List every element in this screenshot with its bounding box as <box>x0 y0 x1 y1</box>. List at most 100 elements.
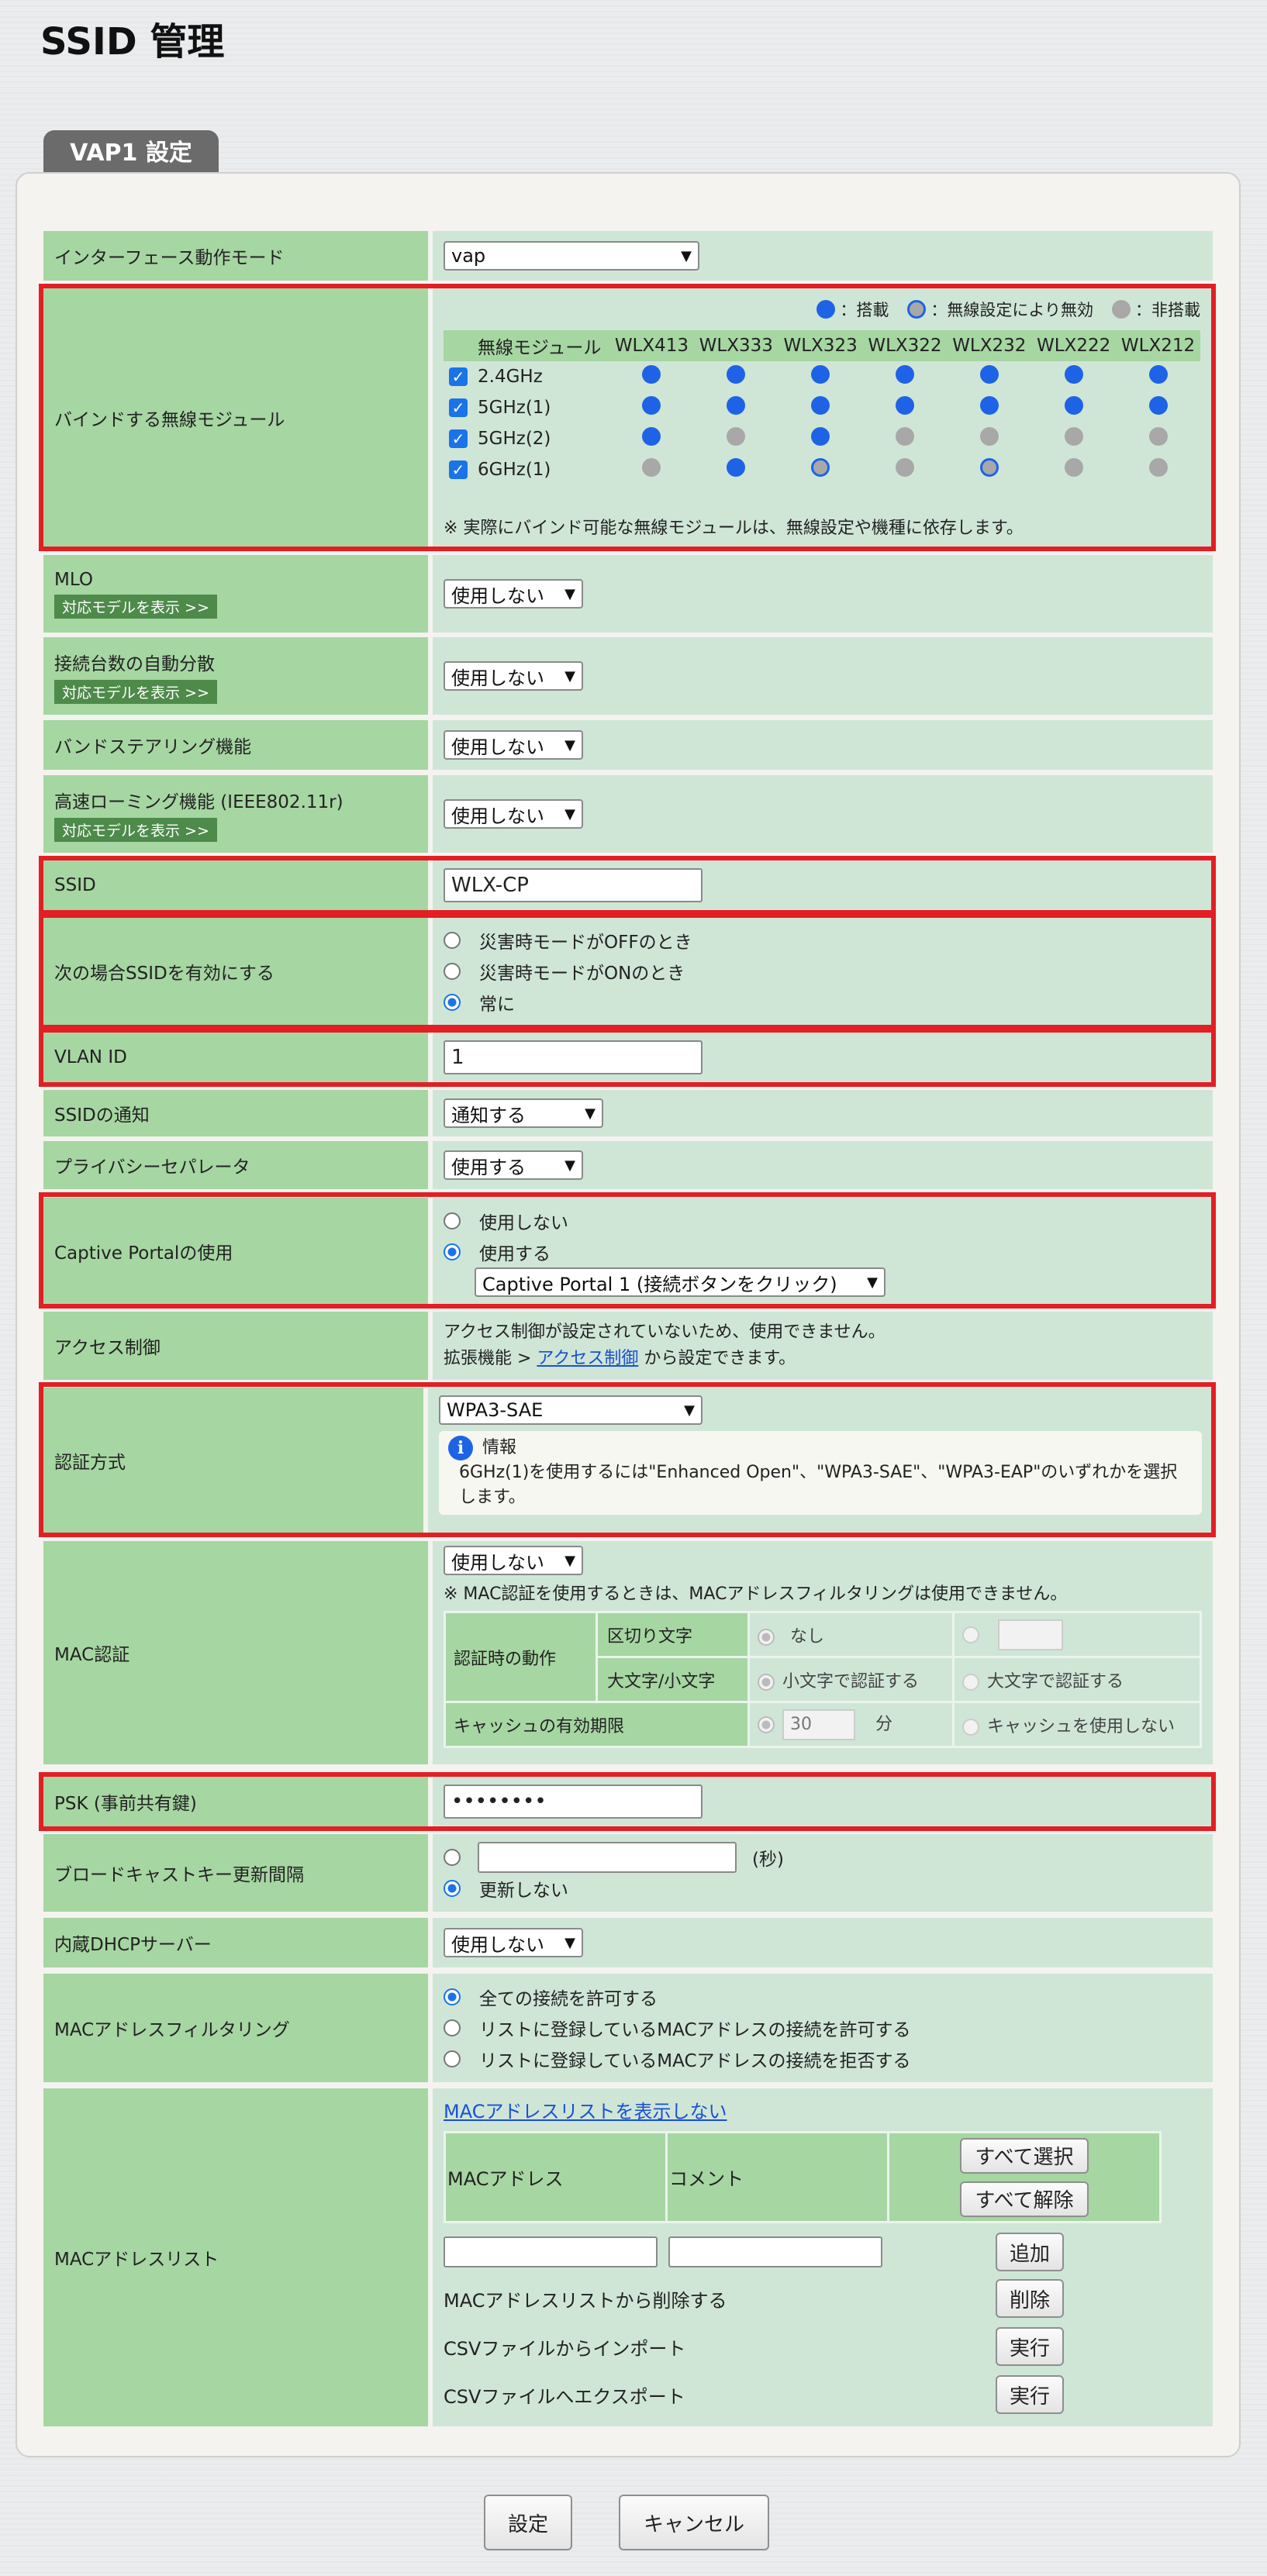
radio-button <box>444 994 461 1011</box>
comment-input[interactable] <box>668 2236 882 2267</box>
module-status-icon <box>642 396 661 415</box>
supported-models-button[interactable]: 対応モデルを表示 >> <box>54 817 217 842</box>
module-status-icon <box>1148 427 1168 446</box>
band-checkbox[interactable]: ✓ <box>449 398 468 417</box>
row-broadcast-key: ブロードキャストキー更新間隔 (秒) 更新しない <box>43 1834 1213 1912</box>
row-ssid: SSID WLX-CP <box>43 860 1213 910</box>
captive-option[interactable]: 使用する <box>444 1236 1202 1267</box>
module-status-icon <box>811 365 830 384</box>
privacy-separator-select[interactable]: 使用する ▼ <box>444 1150 583 1180</box>
save-button[interactable]: 設定 <box>484 2495 572 2550</box>
deselect-all-button[interactable]: すべて解除 <box>960 2181 1089 2217</box>
fast-roaming-label: 高速ローミング機能 (IEEE802.11r) <box>54 791 344 812</box>
access-control-label: アクセス制御 <box>54 1338 161 1358</box>
interval-input[interactable] <box>478 1842 737 1873</box>
dhcp-server-label: 内蔵DHCPサーバー <box>54 1935 212 1955</box>
ssid-notify-label: SSIDの通知 <box>54 1105 150 1126</box>
delimiter-custom-option[interactable] <box>952 1611 1202 1658</box>
band-steering-select[interactable]: 使用しない ▼ <box>444 730 583 760</box>
interface-mode-label: インターフェース動作モード <box>54 248 285 268</box>
row-mlo: MLO 対応モデルを表示 >> 使用しない ▼ <box>43 555 1213 633</box>
band-name: 6GHz(1) <box>478 460 551 480</box>
row-band-steering: バンドステアリング機能 使用しない ▼ <box>43 720 1213 770</box>
cancel-button[interactable]: キャンセル <box>619 2495 769 2550</box>
radio-button <box>444 2019 461 2036</box>
chevron-down-icon: ▼ <box>564 1552 575 1569</box>
band-checkbox[interactable]: ✓ <box>449 460 468 479</box>
row-interface-mode: インターフェース動作モード vap ▼ <box>43 231 1213 281</box>
module-status-icon <box>979 458 999 477</box>
case-upper-option[interactable]: 大文字で認証する <box>952 1656 1202 1703</box>
mac-filter-option[interactable]: リストに登録しているMACアドレスの接続を許可する <box>444 2012 1202 2043</box>
mac-list-label: MACアドレスリスト <box>54 2250 219 2270</box>
ssid-notify-select[interactable]: 通知する ▼ <box>444 1098 603 1128</box>
band-checkbox[interactable]: ✓ <box>449 429 468 448</box>
psk-input[interactable]: •••••••• <box>444 1785 703 1819</box>
tab-vap1-settings[interactable]: VAP1 設定 <box>43 130 219 177</box>
radio-button <box>444 963 461 980</box>
chevron-down-icon: ▼ <box>681 247 692 264</box>
case-label: 大文字/小文字 <box>596 1656 750 1703</box>
vlan-id-input[interactable]: 1 <box>444 1040 703 1074</box>
band-steering-label: バンドステアリング機能 <box>54 737 252 757</box>
mlo-label: MLO <box>54 569 93 590</box>
delete-button[interactable]: 削除 <box>996 2279 1064 2318</box>
case-lower-option[interactable]: 小文字で認証する <box>747 1656 955 1703</box>
psk-label: PSK (事前共有鍵) <box>54 1794 197 1814</box>
cache-off-option[interactable]: キャッシュを使用しない <box>952 1701 1202 1748</box>
enable-when-option[interactable]: 災害時モードがOFFのとき <box>444 925 1202 956</box>
mac-address-input[interactable] <box>444 2236 658 2267</box>
no-update-option[interactable]: 更新しない <box>444 1873 1202 1904</box>
auth-method-select[interactable]: WPA3-SAE ▼ <box>439 1395 703 1425</box>
delimiter-none-option[interactable]: なし <box>747 1611 955 1658</box>
supported-models-button[interactable]: 対応モデルを表示 >> <box>54 679 217 704</box>
interface-mode-select[interactable]: vap ▼ <box>444 241 699 271</box>
mlo-select[interactable]: 使用しない ▼ <box>444 579 583 609</box>
row-mac-filter: MACアドレスフィルタリング 全ての接続を許可する リストに登録しているMACア… <box>43 1974 1213 2082</box>
supported-models-button[interactable]: 対応モデルを表示 >> <box>54 594 217 619</box>
enable-when-option[interactable]: 常に <box>444 987 1202 1018</box>
select-all-button[interactable]: すべて選択 <box>960 2137 1089 2174</box>
module-legend: ：搭載 ：無線設定により無効 ：非搭載 <box>444 298 1202 321</box>
comment-column-header: コメント <box>665 2131 889 2223</box>
module-status-icon <box>979 427 999 446</box>
module-status-icon <box>1148 365 1168 384</box>
import-execute-button[interactable]: 実行 <box>996 2327 1064 2366</box>
module-status-icon <box>727 458 746 477</box>
delimiter-label: 区切り文字 <box>596 1611 750 1658</box>
module-status-icon <box>1064 365 1083 384</box>
delimiter-input <box>998 1619 1063 1650</box>
mac-list-table: MACアドレス コメント すべて選択 すべて解除 <box>444 2131 1162 2223</box>
row-auth-method: 認証方式 WPA3-SAE ▼ i 情報 6GHz(1)を使用するには"Enhan… <box>43 1388 1213 1533</box>
enable-when-option[interactable]: 災害時モードがONのとき <box>444 956 1202 987</box>
ssid-input[interactable]: WLX-CP <box>444 868 703 902</box>
load-balance-select[interactable]: 使用しない ▼ <box>444 661 583 691</box>
hide-mac-list-link[interactable]: MACアドレスリストを表示しない <box>444 2096 1202 2123</box>
module-status-icon <box>895 427 914 446</box>
row-ssid-notify: SSIDの通知 通知する ▼ <box>43 1090 1213 1136</box>
access-control-link[interactable]: アクセス制御 <box>537 1349 638 1368</box>
export-execute-button[interactable]: 実行 <box>996 2375 1064 2414</box>
page-title: SSID 管理 <box>40 20 225 64</box>
not-mounted-legend-icon <box>1112 300 1131 319</box>
mac-filter-option[interactable]: リストに登録しているMACアドレスの接続を拒否する <box>444 2043 1202 2074</box>
cache-expiry-option[interactable]: 30 分 <box>747 1701 955 1748</box>
captive-portal-select[interactable]: Captive Portal 1 (接続ボタンをクリック) ▼ <box>475 1267 886 1297</box>
mac-filter-option[interactable]: 全ての接続を許可する <box>444 1981 1202 2012</box>
module-status-icon <box>642 365 661 384</box>
info-text: 6GHz(1)を使用するには"Enhanced Open"、"WPA3-SAE"… <box>459 1463 1178 1507</box>
captive-option[interactable]: 使用しない <box>444 1205 1202 1236</box>
mac-auth-select[interactable]: 使用しない ▼ <box>444 1546 583 1575</box>
info-title: 情報 <box>482 1438 517 1457</box>
add-button[interactable]: 追加 <box>996 2233 1064 2271</box>
interval-radio[interactable] <box>444 1849 461 1866</box>
chevron-down-icon: ▼ <box>564 667 575 685</box>
band-checkbox[interactable]: ✓ <box>449 367 468 386</box>
bind-module-label: バインドする無線モジュール <box>54 409 285 430</box>
dhcp-server-select[interactable]: 使用しない ▼ <box>444 1928 583 1957</box>
module-status-icon <box>642 458 661 477</box>
model-header: WLX222 <box>1031 330 1117 361</box>
fast-roaming-select[interactable]: 使用しない ▼ <box>444 799 583 829</box>
module-status-icon <box>811 427 830 446</box>
broadcast-key-label: ブロードキャストキー更新間隔 <box>54 1865 304 1885</box>
